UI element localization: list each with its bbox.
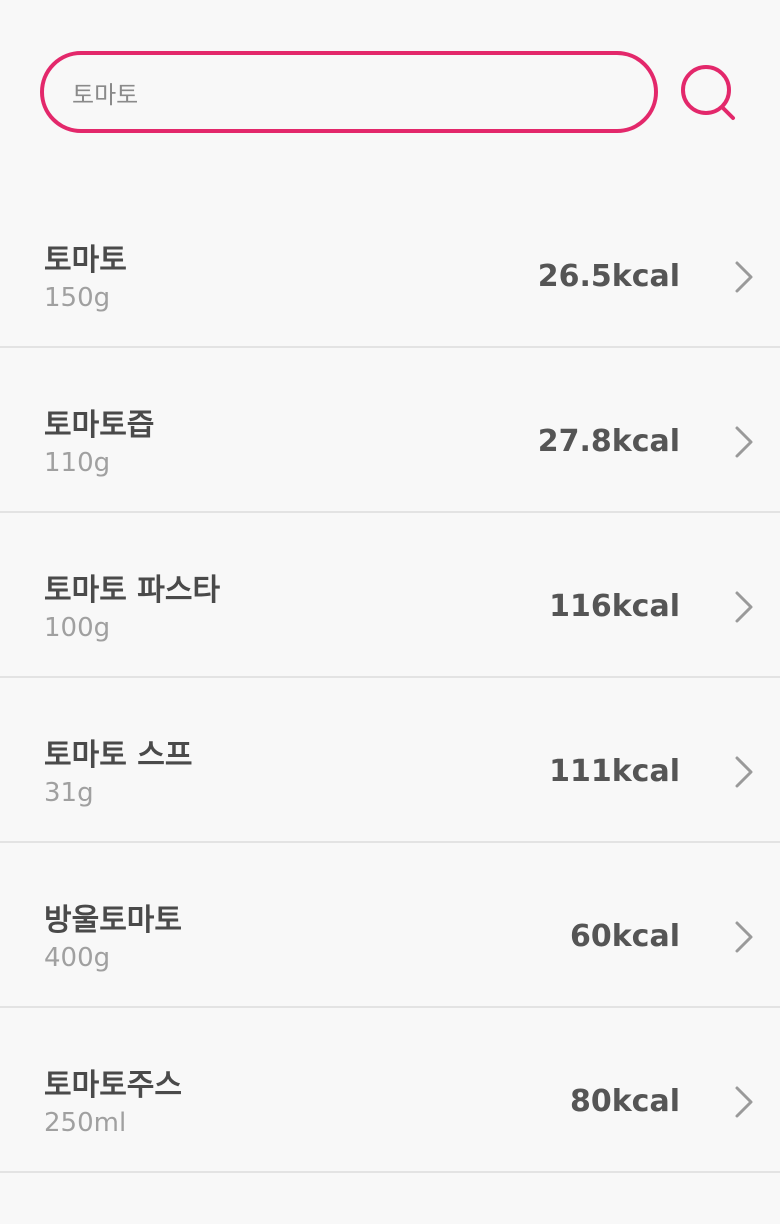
- chevron-right-icon: [735, 1086, 753, 1118]
- chevron-right-icon: [735, 921, 753, 953]
- chevron-right-icon: [735, 591, 753, 623]
- food-result-list: 토마토 150g 26.5kcal 토마토즙 110g 27.8kcal 토마토…: [0, 183, 780, 1173]
- food-name: 토마토즙: [44, 408, 155, 443]
- chevron-right-icon: [735, 261, 753, 293]
- food-row[interactable]: 토마토 파스타 100g 116kcal: [0, 513, 780, 678]
- food-amount: 100g: [44, 613, 111, 643]
- search-icon: [681, 65, 735, 120]
- food-kcal: 26.5kcal: [537, 259, 680, 294]
- food-amount: 31g: [44, 778, 94, 808]
- food-amount: 400g: [44, 943, 111, 973]
- search-bar: [40, 51, 658, 133]
- food-name: 토마토: [44, 243, 127, 278]
- food-kcal: 27.8kcal: [537, 424, 680, 459]
- chevron-right-icon: [735, 426, 753, 458]
- food-row[interactable]: 토마토즙 110g 27.8kcal: [0, 348, 780, 513]
- food-amount: 250ml: [44, 1108, 127, 1138]
- food-amount: 150g: [44, 283, 111, 313]
- food-row[interactable]: 토마토 150g 26.5kcal: [0, 183, 780, 348]
- food-kcal: 60kcal: [569, 919, 680, 954]
- food-name: 방울토마토: [44, 903, 182, 938]
- chevron-right-icon: [735, 756, 753, 788]
- food-row[interactable]: 방울토마토 400g 60kcal: [0, 843, 780, 1008]
- food-name: 토마토 파스타: [44, 573, 221, 608]
- food-kcal: 80kcal: [569, 1084, 680, 1119]
- food-amount: 110g: [44, 448, 111, 478]
- search-input[interactable]: [72, 55, 612, 129]
- food-name: 토마토 스프: [44, 738, 193, 773]
- food-kcal: 111kcal: [549, 754, 680, 789]
- search-button[interactable]: [672, 58, 744, 130]
- food-kcal: 116kcal: [549, 589, 680, 624]
- food-row[interactable]: 토마토주스 250ml 80kcal: [0, 1008, 780, 1173]
- food-name: 토마토주스: [44, 1068, 182, 1103]
- food-row[interactable]: 토마토 스프 31g 111kcal: [0, 678, 780, 843]
